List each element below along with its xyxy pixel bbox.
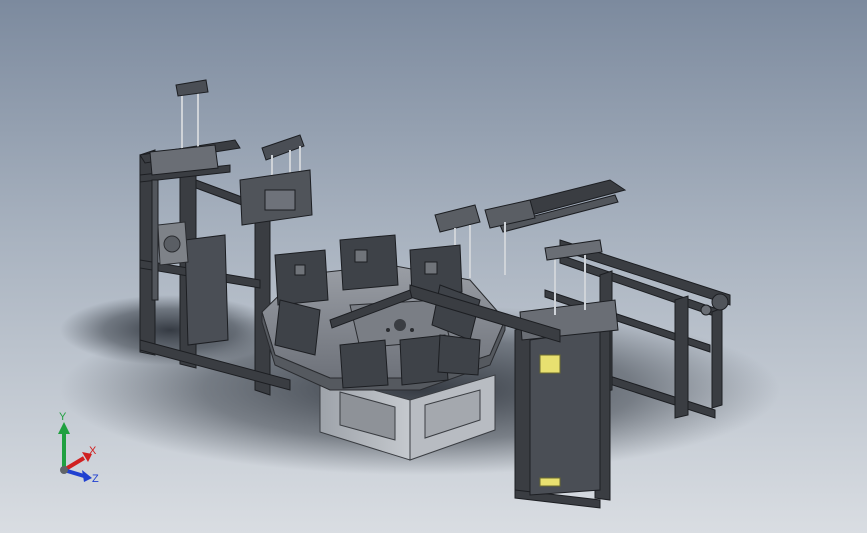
z-axis-arrow <box>82 470 92 482</box>
yellow-component <box>539 354 561 374</box>
z-axis-label: Z <box>92 473 99 485</box>
graphics-viewport[interactable]: Y X Z <box>0 0 867 533</box>
orientation-triad: Y X Z <box>58 411 99 485</box>
x-axis-label: X <box>89 445 97 457</box>
triad-origin <box>60 466 68 474</box>
assembly-model[interactable] <box>0 0 867 533</box>
y-axis-label: Y <box>59 411 67 423</box>
left-top-mechanism <box>149 79 313 226</box>
left-gearbox <box>157 221 189 266</box>
y-axis-arrow <box>58 422 70 434</box>
